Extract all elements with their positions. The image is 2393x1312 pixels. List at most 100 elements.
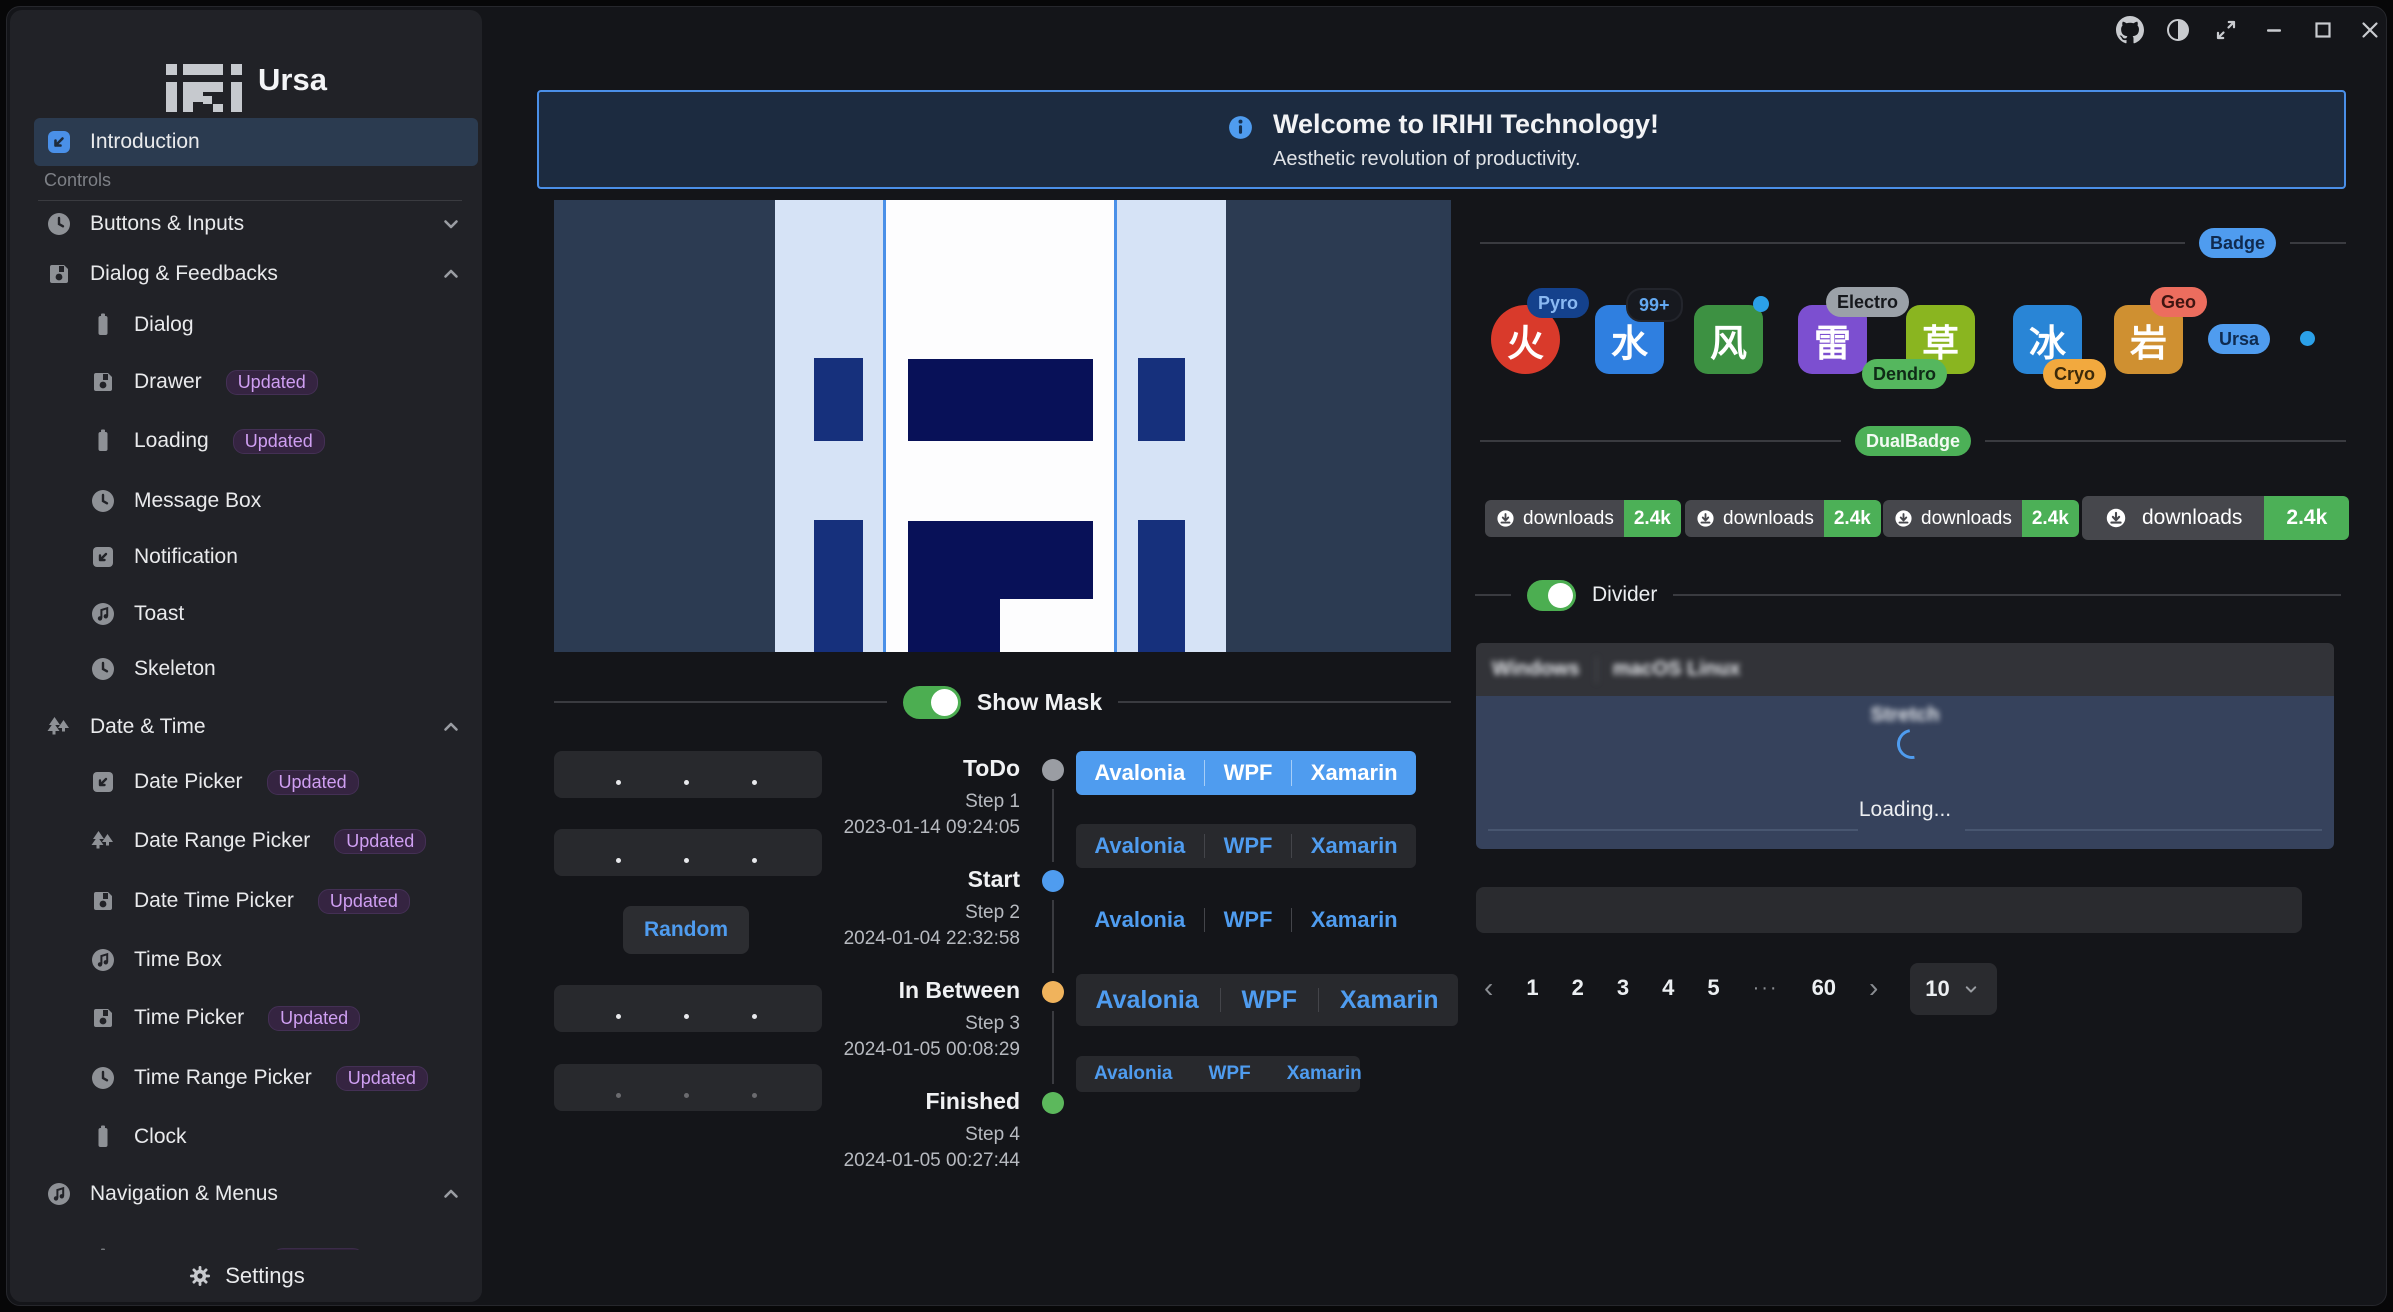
app-title: Ursa — [258, 62, 327, 98]
sidebar-item-label: Time Box — [134, 948, 222, 972]
sidebar-item-notification[interactable]: Notification — [34, 533, 478, 581]
updated-badge: Updated — [226, 370, 318, 395]
stretch-label: Stretch — [1476, 704, 2334, 727]
timeline-title: In Between — [899, 977, 1020, 1004]
avalonia-button[interactable]: Avalonia — [1076, 833, 1203, 859]
sidebar-item-dialog-feedbacks[interactable]: Dialog & Feedbacks — [34, 250, 478, 298]
clock-icon — [90, 656, 116, 682]
skeleton-textbox[interactable] — [554, 985, 822, 1032]
xamarin-button[interactable]: Xamarin — [1293, 907, 1416, 933]
divider-line — [554, 701, 887, 703]
wpf-button[interactable]: WPF — [1206, 907, 1291, 933]
download-icon — [1695, 508, 1716, 529]
theme-toggle-button[interactable] — [2160, 12, 2196, 48]
page-size-select[interactable]: 10 — [1910, 963, 1997, 1015]
page-prev-button[interactable]: ‹ — [1484, 972, 1493, 1004]
chevron-up-icon[interactable] — [438, 714, 464, 740]
page-button-4[interactable]: 4 — [1662, 975, 1674, 1001]
ursa-badge-pill: Ursa — [2208, 324, 2270, 354]
settings-label: Settings — [225, 1263, 305, 1289]
divider-line — [1480, 440, 1841, 442]
updated-badge: Updated — [233, 429, 325, 454]
page-button-2[interactable]: 2 — [1572, 975, 1584, 1001]
wpf-button[interactable]: WPF — [1206, 760, 1291, 786]
xamarin-button[interactable]: Xamarin — [1293, 760, 1416, 786]
divider-toggle[interactable] — [1527, 580, 1576, 611]
tab-strip: Windows macOS Linux — [1476, 643, 2334, 696]
dot-badge — [2300, 331, 2315, 346]
minimize-icon — [2261, 17, 2287, 43]
wpf-button[interactable]: WPF — [1191, 1063, 1269, 1085]
avalonia-button[interactable]: Avalonia — [1076, 760, 1203, 786]
floppy-icon — [46, 261, 72, 287]
xamarin-button[interactable]: Xamarin — [1322, 986, 1457, 1015]
sidebar-item-buttons-inputs[interactable]: Buttons & Inputs — [34, 200, 478, 248]
timeline-time: 2024-01-05 00:27:44 — [844, 1150, 1020, 1172]
platform-group-small: Avalonia WPF Xamarin — [1076, 1056, 1360, 1092]
maximize-button[interactable] — [2305, 12, 2341, 48]
sidebar-item-date-picker[interactable]: Date Picker Updated — [34, 758, 478, 806]
divider-line — [1480, 242, 2185, 244]
chevron-down-icon[interactable] — [438, 211, 464, 237]
tab-windows[interactable]: Windows — [1492, 658, 1580, 681]
sidebar-item-loading[interactable]: Loading Updated — [34, 417, 478, 465]
sidebar-item-time-range-picker[interactable]: Time Range Picker Updated — [34, 1054, 478, 1102]
floppy-icon — [90, 1005, 116, 1031]
sidebar-item-clock[interactable]: Clock — [34, 1113, 478, 1161]
sidebar-item-dialog[interactable]: Dialog — [34, 301, 478, 349]
xamarin-button[interactable]: Xamarin — [1269, 1063, 1380, 1085]
xamarin-button[interactable]: Xamarin — [1293, 833, 1416, 859]
sidebar-item-drawer[interactable]: Drawer Updated — [34, 358, 478, 406]
sidebar-item-skeleton[interactable]: Skeleton — [34, 645, 478, 693]
wpf-button[interactable]: WPF — [1224, 986, 1316, 1015]
wpf-button[interactable]: WPF — [1206, 833, 1291, 859]
page-button-3[interactable]: 3 — [1617, 975, 1629, 1001]
timeline-dot-todo — [1042, 759, 1064, 781]
updated-badge: Updated — [267, 770, 359, 795]
page-button-5[interactable]: 5 — [1707, 975, 1719, 1001]
random-button[interactable]: Random — [623, 906, 749, 954]
avalonia-button[interactable]: Avalonia — [1076, 1063, 1191, 1085]
page-button-60[interactable]: 60 — [1812, 975, 1836, 1001]
minimize-button[interactable] — [2256, 12, 2292, 48]
dual-badge-header: DualBadge — [1480, 424, 2346, 458]
random-button-label: Random — [644, 918, 728, 942]
download-icon — [1495, 508, 1516, 529]
chevron-up-icon[interactable] — [438, 1181, 464, 1207]
timeline-title: ToDo — [963, 755, 1020, 782]
skeleton-textbox[interactable] — [554, 829, 822, 876]
sidebar-item-toast[interactable]: Toast — [34, 590, 478, 638]
skeleton-textbox[interactable] — [554, 1064, 822, 1111]
sidebar-item-introduction[interactable]: Introduction — [34, 118, 478, 166]
sidebar-item-date-time[interactable]: Date & Time — [34, 703, 478, 751]
sidebar-item-message-box[interactable]: Message Box — [34, 477, 478, 525]
sidebar-item-label: Toast — [134, 602, 184, 626]
platform-group-large: Avalonia WPF Xamarin — [1076, 974, 1458, 1026]
timeline-time: 2023-01-14 09:24:05 — [844, 817, 1020, 839]
sidebar-item-date-range-picker[interactable]: Date Range Picker Updated — [34, 817, 478, 865]
chevron-up-icon[interactable] — [438, 261, 464, 287]
skeleton-textbox[interactable] — [554, 751, 822, 798]
music-note-icon — [90, 601, 116, 627]
page-next-button[interactable]: › — [1869, 972, 1878, 1004]
avalonia-button[interactable]: Avalonia — [1076, 907, 1203, 933]
timeline-dot-start — [1042, 870, 1064, 892]
battery-icon — [90, 312, 116, 338]
github-button[interactable] — [2112, 12, 2148, 48]
dual-badge-pill: DualBadge — [1855, 426, 1971, 456]
page-button-1[interactable]: 1 — [1526, 975, 1538, 1001]
sidebar-item-time-picker[interactable]: Time Picker Updated — [34, 994, 478, 1042]
settings-button[interactable]: Settings — [10, 1250, 482, 1302]
downloads-badge: downloads 2.4k — [1485, 500, 1681, 537]
downloads-badge: downloads 2.4k — [1685, 500, 1881, 537]
show-mask-toggle[interactable] — [903, 686, 961, 719]
sidebar-item-date-time-picker[interactable]: Date Time Picker Updated — [34, 877, 478, 925]
fullscreen-button[interactable] — [2208, 12, 2244, 48]
sidebar-item-navigation-menus[interactable]: Navigation & Menus — [34, 1170, 478, 1218]
tab-macos-linux[interactable]: macOS Linux — [1613, 658, 1741, 681]
empty-input[interactable] — [1476, 887, 2302, 933]
sidebar-item-label: Notification — [134, 545, 238, 569]
close-button[interactable] — [2352, 12, 2388, 48]
sidebar-item-time-box[interactable]: Time Box — [34, 936, 478, 984]
avalonia-button[interactable]: Avalonia — [1077, 986, 1216, 1015]
